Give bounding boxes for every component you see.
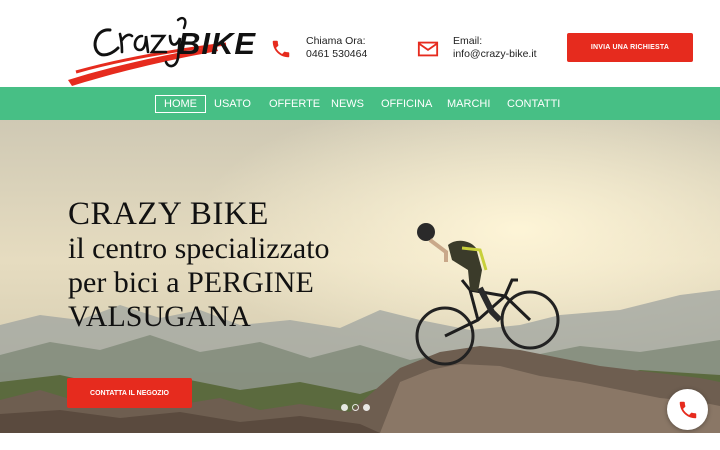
floating-call-button[interactable] [667, 389, 708, 430]
contact-shop-button[interactable]: CONTATTA IL NEGOZIO [67, 378, 192, 408]
phone-icon [270, 38, 292, 60]
crazy-bike-logo[interactable]: BIKE [66, 8, 256, 86]
site-header: BIKE Chiama Ora: 0461 530464 Email: info… [0, 0, 720, 87]
nav-item-officina[interactable]: OFFICINA [381, 95, 432, 113]
main-nav: HOME USATO OFFERTE NEWS OFFICINA MARCHI … [0, 87, 720, 120]
hero-subtitle-line-2: per bici a PERGINE [68, 266, 314, 299]
header-email[interactable]: Email: info@crazy-bike.it [417, 35, 537, 61]
phone-icon [679, 401, 696, 418]
header-phone[interactable]: Chiama Ora: 0461 530464 [270, 35, 367, 61]
slider-dot-3[interactable] [363, 404, 370, 411]
send-request-button[interactable]: INVIA UNA RICHIESTA [567, 33, 693, 62]
nav-list: HOME USATO OFFERTE NEWS OFFICINA MARCHI … [0, 87, 720, 120]
logo-graphic: BIKE [68, 16, 256, 86]
slider-dot-2[interactable] [352, 404, 359, 411]
slider-dot-1[interactable] [341, 404, 348, 411]
email-label: Email: [453, 35, 483, 47]
nav-item-home[interactable]: HOME [155, 95, 206, 113]
hero-subtitle-line-1: il centro specializzato [68, 232, 330, 265]
nav-item-news[interactable]: NEWS [331, 95, 364, 113]
logo-word: BIKE [178, 26, 256, 61]
hero-title: CRAZY BIKE [68, 196, 269, 232]
nav-item-contatti[interactable]: CONTATTI [507, 95, 560, 113]
envelope-icon [417, 38, 439, 60]
email-address[interactable]: info@crazy-bike.it [453, 48, 537, 61]
page-bottom-strip [0, 433, 720, 450]
hero-subtitle-line-3: VALSUGANA [68, 300, 251, 333]
nav-item-usato[interactable]: USATO [214, 95, 251, 113]
nav-item-offerte[interactable]: OFFERTE [269, 95, 320, 113]
phone-number[interactable]: 0461 530464 [306, 48, 367, 61]
hero-headline: CRAZY BIKE il centro specializzato per b… [68, 197, 428, 334]
nav-item-marchi[interactable]: MARCHI [447, 95, 490, 113]
phone-label: Chiama Ora: [306, 35, 366, 47]
slider-dots [341, 404, 370, 411]
